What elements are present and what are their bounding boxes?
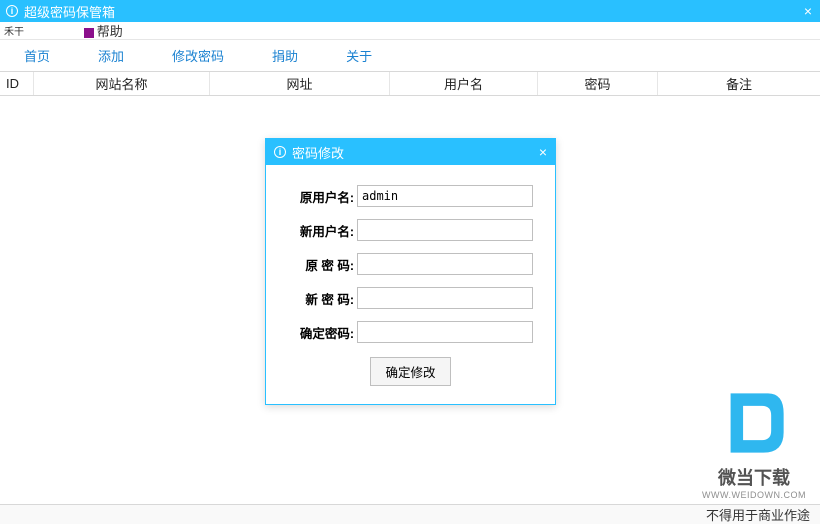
menu-donate[interactable]: 捐助 bbox=[272, 46, 298, 65]
label-old-username: 原用户名: bbox=[288, 187, 354, 206]
column-password: 密码 bbox=[538, 72, 658, 95]
info-icon: i bbox=[6, 5, 18, 17]
status-bar: 不得用于商业作途 bbox=[0, 504, 820, 524]
label-old-password: 原 密 码: bbox=[288, 255, 354, 274]
dialog-title-bar: i 密码修改 × bbox=[266, 139, 555, 165]
window-title: 超级密码保管箱 bbox=[24, 2, 115, 21]
label-new-password: 新 密 码: bbox=[288, 289, 354, 308]
menu-add[interactable]: 添加 bbox=[98, 46, 124, 65]
info-icon: i bbox=[274, 146, 286, 158]
input-old-username[interactable] bbox=[357, 185, 533, 207]
input-old-password[interactable] bbox=[357, 253, 533, 275]
dialog-body: 原用户名: 新用户名: 原 密 码: 新 密 码: 确定密码: 确定修改 bbox=[266, 165, 555, 404]
status-text: 不得用于商业作途 bbox=[706, 505, 810, 524]
table-header: ID 网站名称 网址 用户名 密码 备注 bbox=[0, 72, 820, 96]
column-username: 用户名 bbox=[390, 72, 538, 95]
column-note: 备注 bbox=[658, 72, 820, 95]
window-title-bar: i 超级密码保管箱 × bbox=[0, 0, 820, 22]
label-confirm-password: 确定密码: bbox=[288, 323, 354, 342]
input-new-password[interactable] bbox=[357, 287, 533, 309]
window-close-icon[interactable]: × bbox=[802, 3, 814, 19]
input-new-username[interactable] bbox=[357, 219, 533, 241]
menu-about[interactable]: 关于 bbox=[346, 46, 372, 65]
column-site-name: 网站名称 bbox=[34, 72, 210, 95]
toolbar-item-1: 禾干 bbox=[4, 23, 24, 38]
column-id: ID bbox=[0, 72, 34, 95]
toolbar-item-2: 帮助 bbox=[84, 21, 123, 40]
submit-button[interactable]: 确定修改 bbox=[370, 357, 450, 386]
dialog-title: 密码修改 bbox=[292, 143, 344, 162]
column-url: 网址 bbox=[210, 72, 390, 95]
change-password-dialog: i 密码修改 × 原用户名: 新用户名: 原 密 码: 新 密 码: 确定密码:… bbox=[265, 138, 556, 405]
menu-bar: 首页 添加 修改密码 捐助 关于 bbox=[0, 40, 820, 72]
toolbar-strip: 禾干 帮助 bbox=[0, 22, 820, 40]
label-new-username: 新用户名: bbox=[288, 221, 354, 240]
menu-change-password[interactable]: 修改密码 bbox=[172, 46, 224, 65]
input-confirm-password[interactable] bbox=[357, 321, 533, 343]
dialog-close-icon[interactable]: × bbox=[539, 144, 547, 160]
menu-home[interactable]: 首页 bbox=[24, 46, 50, 65]
